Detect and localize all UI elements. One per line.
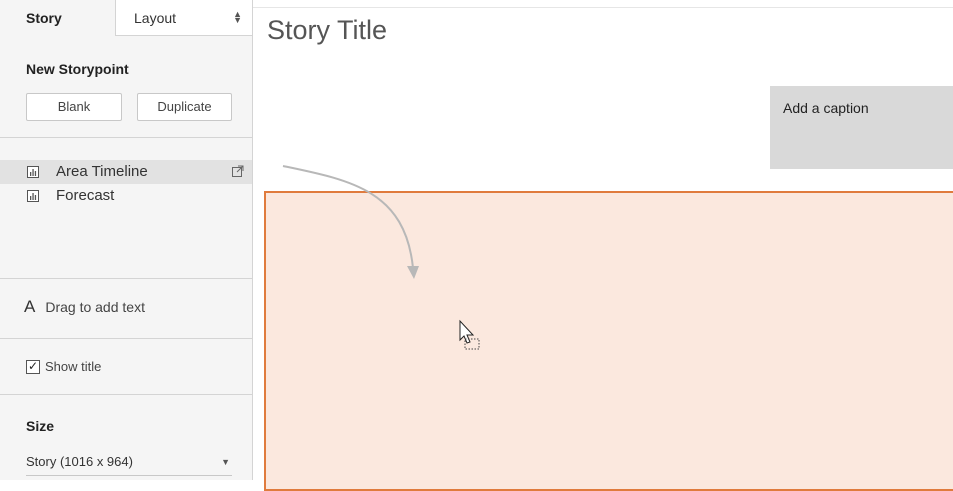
drag-overlay xyxy=(282,165,480,350)
drag-cursor-icon xyxy=(459,319,480,350)
drag-arrow-icon xyxy=(282,165,414,269)
drag-arrowhead-icon xyxy=(407,266,419,279)
